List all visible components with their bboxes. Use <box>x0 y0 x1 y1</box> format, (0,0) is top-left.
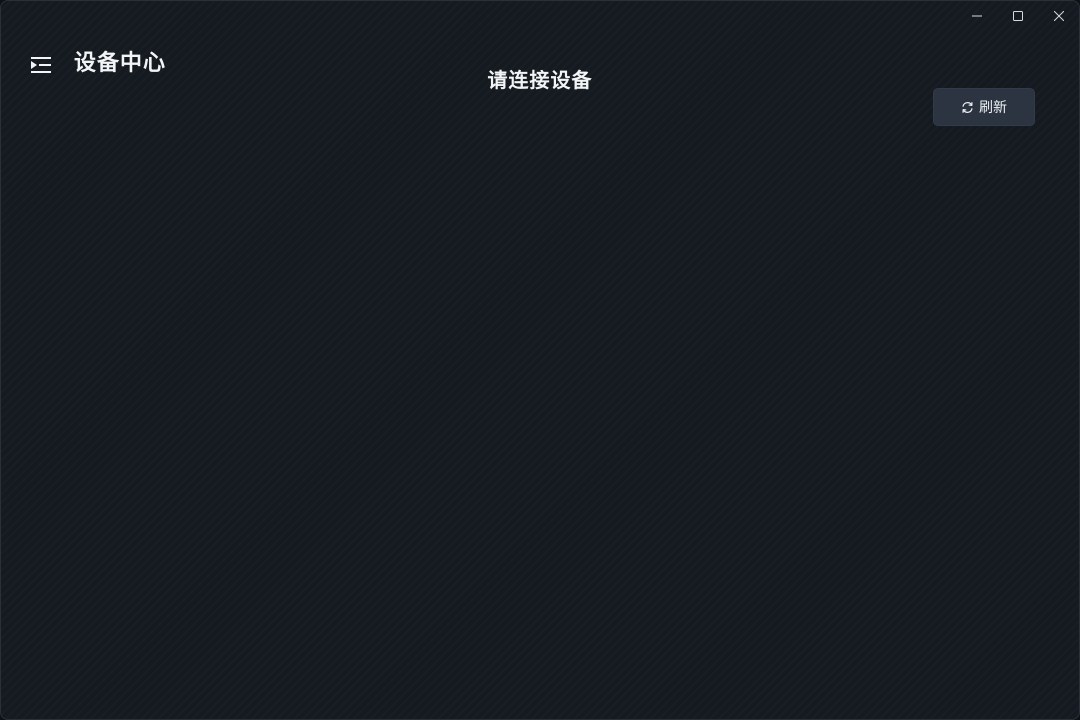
maximize-icon <box>1012 11 1023 21</box>
window-caption-buttons <box>956 1 1079 31</box>
refresh-button[interactable]: 刷新 <box>933 88 1035 126</box>
minimize-button[interactable] <box>956 1 997 31</box>
refresh-icon <box>961 101 974 114</box>
minimize-icon <box>971 15 982 17</box>
app-window: 设备中心 请连接设备 刷新 <box>0 0 1080 720</box>
refresh-button-label: 刷新 <box>979 100 1007 116</box>
maximize-button[interactable] <box>997 1 1038 31</box>
connect-device-heading: 请连接设备 <box>487 68 593 92</box>
close-button[interactable] <box>1038 1 1079 31</box>
close-icon <box>1053 11 1064 21</box>
